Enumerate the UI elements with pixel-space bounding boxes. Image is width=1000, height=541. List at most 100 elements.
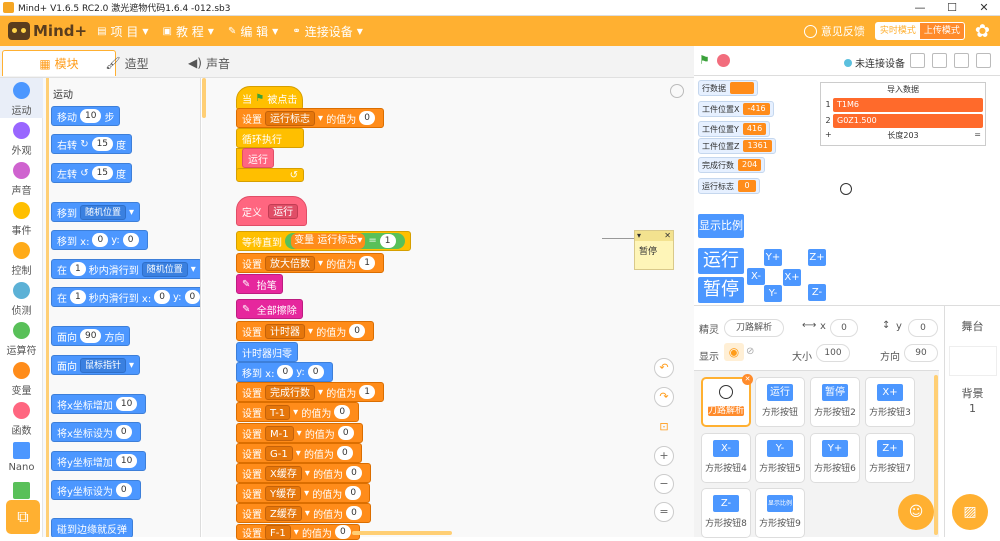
delete-sprite-icon[interactable]: ✕ (742, 374, 753, 385)
category-nano[interactable]: Nano (0, 438, 43, 478)
category-extension-tools[interactable] (0, 478, 43, 502)
run-button[interactable]: 运行 (698, 248, 744, 274)
set-var-block[interactable]: 设置 X缓存 ▾ 的值为 0 (236, 463, 371, 483)
stop-icon[interactable] (717, 54, 730, 67)
sprite-size-input[interactable]: 100 (816, 344, 850, 362)
category-operators[interactable]: 运算符 (0, 318, 43, 358)
menu-edit[interactable]: ✎ 编 辑 ▼ (228, 23, 278, 40)
pause-button[interactable]: 暂停 (698, 277, 744, 303)
call-run-block[interactable]: 运行 (242, 148, 274, 168)
x-minus-button[interactable]: X- (747, 268, 765, 285)
set-var-block[interactable]: 设置 Z缓存 ▾ 的值为 0 (236, 503, 371, 523)
resize-handle[interactable]: = (974, 130, 981, 141)
set-var-block[interactable]: 设置 Y缓存 ▾ 的值为 0 (236, 483, 371, 503)
sprite-tile[interactable]: Y- 方形按钮5 (755, 433, 805, 483)
horizontal-scrollbar[interactable] (352, 531, 452, 535)
sprite-tile[interactable]: X+ 方形按钮3 (865, 377, 915, 427)
block-turn-right[interactable]: 右转 ↻ 15 度 (51, 134, 133, 154)
workspace-scrollbar[interactable] (202, 78, 206, 118)
show-scale-button[interactable]: 显示比例 (698, 214, 744, 238)
add-sprite-button[interactable]: ☺ (898, 494, 934, 530)
set-var-block[interactable]: 设置 计时器 ▾ 的值为 0 (236, 321, 374, 341)
sprite-circle-icon[interactable] (840, 183, 852, 195)
y-minus-button[interactable]: Y- (764, 285, 782, 302)
add-extension-button[interactable]: ⧉ (6, 500, 40, 534)
category-looks[interactable]: 外观 (0, 118, 43, 158)
menu-tutorial[interactable]: ▣ 教 程 ▼ (163, 23, 214, 40)
zoom-reset-button[interactable]: = (654, 502, 674, 522)
set-var-block[interactable]: 设置 放大倍数 ▾ 的值为 1 (236, 253, 384, 273)
set-var-block[interactable]: 设置 F-1 ▾ 的值为 0 (236, 524, 360, 540)
tab-sounds[interactable]: ◀) 声音 (152, 50, 266, 76)
category-events[interactable]: 事件 (0, 198, 43, 238)
sprite-x-input[interactable]: 0 (830, 319, 858, 337)
upload-mode-button[interactable]: 上传模式 (919, 23, 964, 39)
z-minus-button[interactable]: Z- (808, 284, 826, 301)
menu-project[interactable]: ▤ 项 目 ▼ (97, 23, 148, 40)
small-stage-icon[interactable] (910, 53, 925, 68)
reset-timer-block[interactable]: 计时器归零 (236, 342, 298, 362)
redo-button[interactable]: ↷ (654, 387, 674, 407)
zoom-out-button[interactable]: − (654, 474, 674, 494)
stage-thumbnail[interactable] (948, 346, 997, 376)
maximize-button[interactable]: ☐ (936, 0, 968, 16)
show-eye-icon[interactable]: ◉ (724, 343, 744, 361)
block-move-steps[interactable]: 移动 10 步 (51, 106, 121, 126)
feedback-button[interactable]: 意见反馈 (803, 23, 865, 39)
clear-all-block[interactable]: ✎ 全部擦除 (236, 299, 303, 319)
category-control[interactable]: 控制 (0, 238, 43, 278)
set-var-block[interactable]: 设置 运行标志 ▾ 的值为 0 (236, 108, 384, 128)
x-plus-button[interactable]: X+ (783, 269, 801, 286)
set-var-block[interactable]: 设置 完成行数 ▾ 的值为 1 (236, 382, 384, 402)
category-motion[interactable]: 运动 (0, 78, 43, 118)
block-change-y[interactable]: 将y坐标增加 10 (51, 451, 147, 471)
gear-icon[interactable]: ✿ (975, 21, 990, 42)
block-bounce[interactable]: 碰到边缘就反弹 (51, 518, 133, 537)
green-flag-icon[interactable]: ⚑ (699, 54, 711, 66)
mode-toggle[interactable]: 实时模式 上传模式 (874, 22, 965, 40)
block-turn-left[interactable]: 左转 ↺ 15 度 (51, 163, 133, 183)
equals-operator[interactable]: 变量 运行标志▾ = 1 (285, 233, 405, 249)
add-backdrop-button[interactable]: ▨ (952, 494, 988, 530)
script-workspace[interactable]: 当 ⚑ 被点击 设置 运行标志 ▾ 的值为 0 循环执行 运行 ↺ 定义 运行 等待直… (202, 78, 694, 540)
normal-stage-icon[interactable] (932, 53, 947, 68)
block-point-direction[interactable]: 面向 90 方向 (51, 326, 131, 346)
large-stage-icon[interactable] (954, 53, 969, 68)
add-item-button[interactable]: + (825, 130, 832, 141)
category-sound[interactable]: 声音 (0, 158, 43, 198)
list-item[interactable]: 2 G0Z1.500 (823, 113, 983, 128)
crop-icon[interactable]: ⊡ (654, 418, 674, 438)
pen-up-block[interactable]: ✎ 抬笔 (236, 274, 283, 294)
sprite-tile[interactable]: Z- 方形按钮8 (701, 488, 751, 538)
block-goto-xy[interactable]: 移到 x: 0 y: 0 (51, 230, 148, 250)
sprite-direction-input[interactable]: 90 (904, 344, 938, 362)
undo-button[interactable]: ↶ (654, 358, 674, 378)
sprite-tile[interactable]: 显示比例 方形按钮9 (755, 488, 805, 538)
category-variables[interactable]: 变量 (0, 358, 43, 398)
z-plus-button[interactable]: Z+ (808, 249, 826, 266)
sprite-tile[interactable]: 刀路解析 ✕ (701, 374, 753, 427)
zoom-in-button[interactable]: + (654, 446, 674, 466)
sprite-tile[interactable]: Z+ 方形按钮7 (865, 433, 915, 483)
menu-connect-device[interactable]: ⚭ 连接设备 ▼ (292, 23, 363, 40)
set-var-block[interactable]: 设置 T-1 ▾ 的值为 0 (236, 402, 360, 422)
define-run-block[interactable]: 定义 运行 (236, 196, 308, 226)
sprite-list-scrollbar[interactable] (934, 375, 938, 535)
sprite-tile[interactable]: Y+ 方形按钮6 (810, 433, 860, 483)
sprite-tile[interactable]: 运行 方形按钮 (755, 377, 805, 427)
goto-xy-block[interactable]: 移到 x: 0 y: 0 (236, 362, 333, 382)
hide-eye-icon[interactable]: ⊘ (746, 346, 754, 357)
forever-block[interactable]: 循环执行 (236, 128, 304, 148)
sprite-name-input[interactable]: 刀路解析 (724, 319, 784, 337)
close-button[interactable]: ✕ (968, 0, 1000, 16)
realtime-mode-button[interactable]: 实时模式 (875, 23, 920, 39)
block-glide-xy[interactable]: 在 1 秒内滑行到 x: 0 y: 0 (51, 287, 200, 307)
category-functions[interactable]: 函数 (0, 398, 43, 438)
block-set-y[interactable]: 将y坐标设为 0 (51, 480, 141, 500)
block-change-x[interactable]: 将x坐标增加 10 (51, 394, 147, 414)
set-var-block[interactable]: 设置 G-1 ▾ 的值为 0 (236, 443, 362, 463)
set-var-block[interactable]: 设置 M-1 ▾ 的值为 0 (236, 423, 363, 443)
y-plus-button[interactable]: Y+ (764, 249, 782, 266)
hat-when-flag-clicked[interactable]: 当 ⚑ 被点击 (236, 86, 304, 110)
block-point-towards[interactable]: 面向 鼠标指针 ▾ (51, 355, 141, 375)
